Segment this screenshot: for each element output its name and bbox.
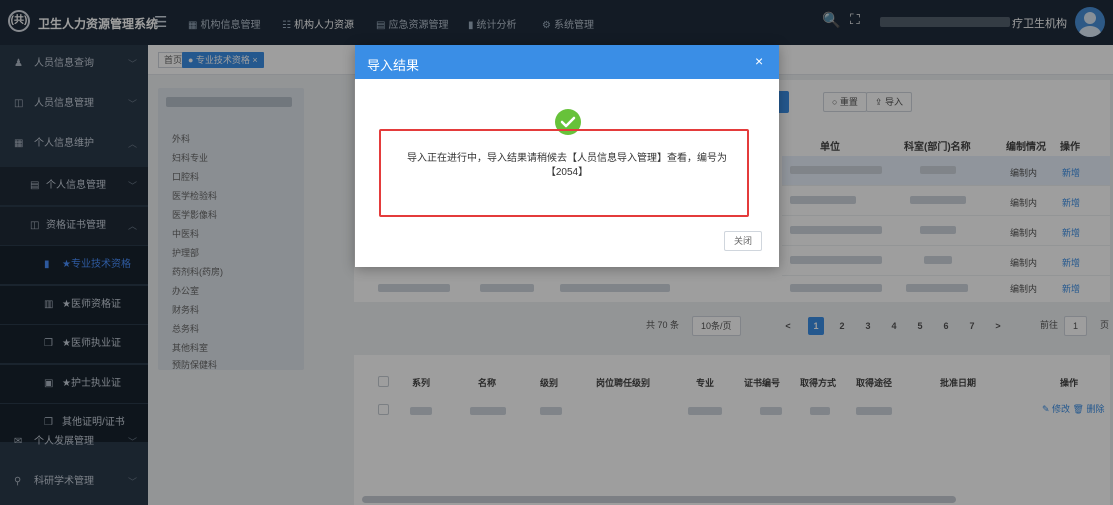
dialog-header: 导入结果 × [355, 45, 779, 79]
import-message: 导入正在进行中，导入结果请稍候去【人员信息导入管理】查看，编号为【2054】 [407, 153, 727, 178]
close-icon[interactable]: × [755, 53, 763, 69]
dialog-title: 导入结果 [367, 58, 420, 73]
import-result-dialog: 导入结果 × 导入正在进行中，导入结果请稍候去【人员信息导入管理】查看，编号为【… [355, 45, 779, 267]
close-button[interactable]: 关闭 [724, 231, 763, 251]
